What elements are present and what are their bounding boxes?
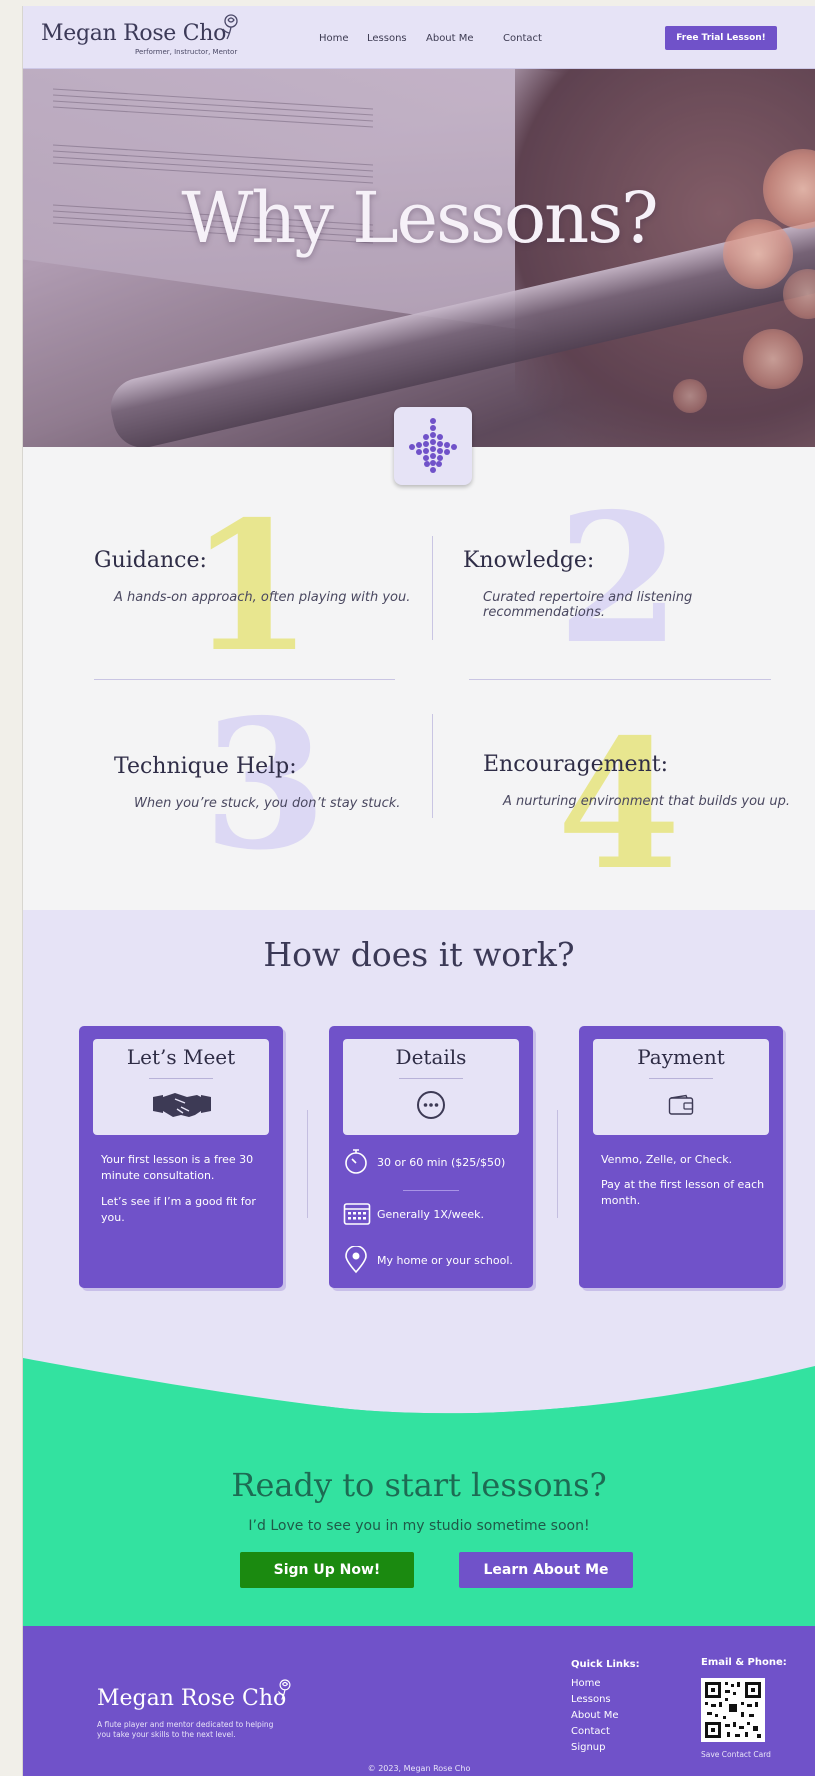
card-title: Payment (637, 1045, 725, 1069)
card-text: Let’s see if I’m a good fit for you. (101, 1195, 256, 1224)
reason-description: A nurturing environment that builds you … (503, 794, 791, 809)
reason-number: 1 (189, 482, 313, 691)
card-rule (399, 1078, 463, 1079)
sign-up-button[interactable]: Sign Up Now! (240, 1552, 414, 1588)
card-title: Details (395, 1045, 467, 1069)
detail-text: My home or your school. (377, 1254, 513, 1267)
footer-logo-name: Megan Rose Cho (97, 1686, 287, 1711)
card-text: Your first lesson is a free 30 minute co… (101, 1153, 254, 1182)
divider (307, 1110, 308, 1218)
divider (557, 1110, 558, 1218)
how-it-works-section: How does it work? Let’s Meet Your first … (23, 910, 815, 1370)
copyright: © 2023, Megan Rose Cho (367, 1764, 471, 1773)
site-header: Megan Rose Cho Performer, Instructor, Me… (23, 6, 815, 69)
contact-title: Email & Phone: (701, 1657, 787, 1668)
footer-link-contact[interactable]: Contact (571, 1726, 610, 1737)
card-title: Let’s Meet (126, 1045, 236, 1069)
reason-description: When you’re stuck, you don’t stay stuck. (134, 796, 401, 811)
footer-link-about-me[interactable]: About Me (571, 1710, 619, 1721)
divider (432, 536, 433, 640)
nav-lessons[interactable]: Lessons (367, 33, 407, 44)
reason-title: Technique Help: (114, 754, 297, 779)
detail-text: 30 or 60 min ($25/$50) (377, 1156, 506, 1169)
detail-text: Generally 1X/week. (377, 1208, 485, 1221)
logo-name[interactable]: Megan Rose Cho (41, 21, 226, 46)
wave-divider (23, 1346, 815, 1456)
card-rule (149, 1078, 213, 1079)
more-icon (417, 1091, 445, 1119)
hero-title: Why Lessons? (181, 177, 658, 259)
rose-logo-icon (277, 1679, 291, 1700)
reason-description: Curated repertoire and listening recomme… (483, 590, 693, 620)
detail-divider (403, 1190, 459, 1191)
divider (94, 679, 395, 680)
reason-number: 3 (203, 680, 327, 889)
divider (469, 679, 771, 680)
stopwatch-icon (345, 1149, 367, 1174)
quick-links-title: Quick Links: (571, 1659, 640, 1670)
nav-contact[interactable]: Contact (503, 33, 542, 44)
hero-image: Why Lessons? (23, 69, 815, 447)
footer-link-signup[interactable]: Signup (571, 1742, 606, 1753)
card-header: Let’s Meet (93, 1039, 269, 1135)
card-header: Details (343, 1039, 519, 1135)
location-pin-icon (345, 1246, 367, 1274)
footer-description: A flute player and mentor dedicated to h… (97, 1720, 274, 1739)
nav-home[interactable]: Home (319, 33, 349, 44)
reason-title: Guidance: (94, 548, 207, 573)
reason-title: Knowledge: (463, 548, 595, 573)
reason-title: Encouragement: (483, 752, 669, 777)
dotted-arrow-down-icon (409, 418, 457, 473)
divider (432, 714, 433, 818)
site-footer: Megan Rose Cho A flute player and mentor… (23, 1626, 815, 1776)
nav-about-me[interactable]: About Me (426, 33, 474, 44)
handshake-icon (153, 1093, 211, 1117)
cta-subtitle: I’d Love to see you in my studio sometim… (248, 1518, 590, 1534)
card-payment: Payment Venmo, Zelle, or Check. Pay at t… (579, 1026, 783, 1288)
calendar-icon (343, 1203, 371, 1225)
card-lets-meet: Let’s Meet Your first lesson is a free 3… (79, 1026, 283, 1288)
footer-link-home[interactable]: Home (571, 1678, 601, 1689)
learn-about-me-button[interactable]: Learn About Me (459, 1552, 633, 1588)
reason-number: 2 (557, 474, 681, 683)
cta-title: Ready to start lessons? (231, 1466, 607, 1504)
section-title: How does it work? (263, 935, 575, 974)
page: Megan Rose Cho Performer, Instructor, Me… (23, 6, 815, 1776)
card-details: Details 30 or 60 min ($25/$50) Generally… (329, 1026, 533, 1288)
card-header: Payment (593, 1039, 769, 1135)
card-text: Venmo, Zelle, or Check. (601, 1153, 733, 1166)
footer-link-lessons[interactable]: Lessons (571, 1694, 611, 1705)
free-trial-button[interactable]: Free Trial Lesson! (665, 26, 777, 50)
save-contact-link[interactable]: Save Contact Card (701, 1750, 771, 1759)
wallet-icon (668, 1094, 694, 1115)
logo-tagline: Performer, Instructor, Mentor (135, 48, 238, 56)
reason-description: A hands-on approach, often playing with … (114, 590, 411, 605)
card-text: Pay at the first lesson of each month. (601, 1178, 765, 1207)
card-rule (649, 1078, 713, 1079)
contact-qr-code[interactable] (701, 1678, 765, 1742)
rose-logo-icon (222, 14, 238, 40)
scroll-down-button[interactable] (394, 407, 472, 485)
qr-code-icon (705, 1682, 761, 1738)
